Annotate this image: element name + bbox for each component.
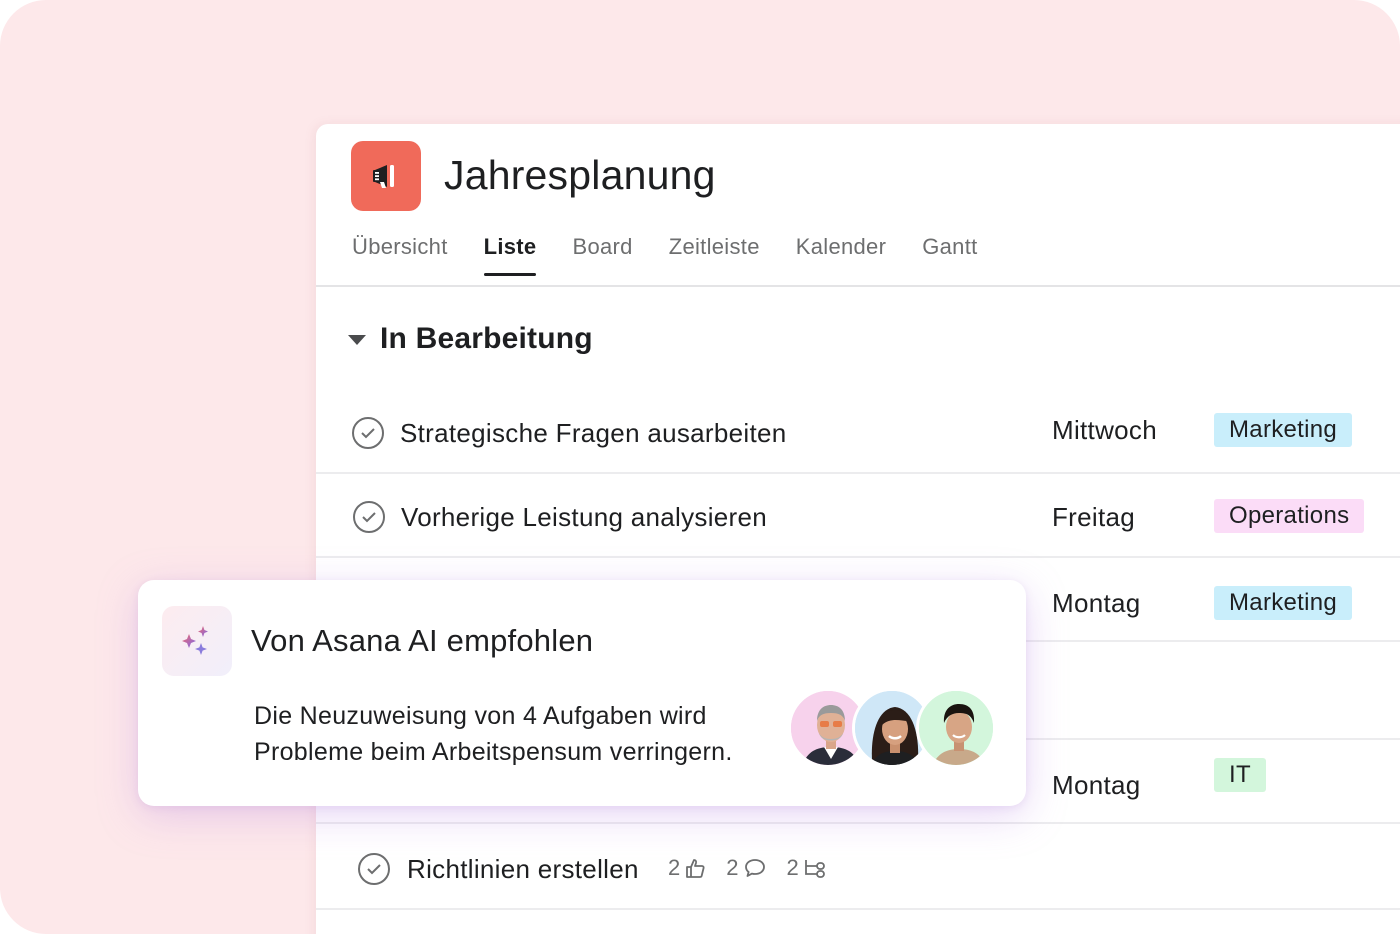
thumbs-up-icon [686,859,705,878]
task-tag[interactable]: Operations [1214,499,1365,533]
likes-count-value: 2 [668,855,681,880]
tab-gantt[interactable]: Gantt [922,234,977,276]
section-title: In Bearbeitung [380,322,593,355]
ai-recommendation-card[interactable]: Von Asana AI empfohlen Die Neuzuweisung … [138,580,1026,806]
megaphone-icon[interactable] [351,141,421,211]
tab-board[interactable]: Board [572,234,632,276]
likes-count[interactable]: 2 [668,855,706,881]
tab-uebersicht[interactable]: Übersicht [352,234,448,276]
check-circle-icon[interactable] [352,417,384,449]
task-name[interactable]: Vorherige Leistung analysieren [401,502,767,533]
task-meta: 2 2 2 [668,855,847,881]
comment-icon [744,859,765,877]
avatar[interactable] [916,688,996,768]
task-due-date[interactable]: Montag [1052,588,1141,619]
avatar-group[interactable] [788,688,998,770]
comments-count-value: 2 [726,855,739,880]
project-title: Jahresplanung [444,152,716,198]
task-tag[interactable]: IT [1214,758,1266,792]
task-due-date[interactable]: Mittwoch [1052,415,1157,446]
task-tag[interactable]: Marketing [1214,586,1353,620]
tab-liste[interactable]: Liste [483,234,537,276]
task-tag[interactable]: Marketing [1214,413,1353,447]
task-due-date[interactable]: Freitag [1052,502,1135,533]
subtask-icon [804,860,825,878]
task-name[interactable]: Strategische Fragen ausarbeiten [400,418,787,449]
sparkle-icon [162,606,232,676]
subtasks-count[interactable]: 2 [787,855,827,881]
task-due-date[interactable]: Montag [1052,770,1141,801]
tab-zeitleiste[interactable]: Zeitleiste [669,234,760,276]
tab-kalender[interactable]: Kalender [796,234,886,276]
task-row[interactable]: Strategische Fragen ausarbeiten Mittwoch… [316,390,1400,474]
view-tabs: Übersicht Liste Board Zeitleiste Kalende… [352,234,1014,276]
project-panel: Jahresplanung Übersicht Liste Board Zeit… [316,124,1400,934]
task-name[interactable]: Richtlinien erstellen [407,854,639,885]
task-row[interactable]: Richtlinien erstellen [316,826,1400,910]
comments-count[interactable]: 2 [726,855,766,881]
caret-down-icon[interactable] [348,335,366,345]
ai-card-title: Von Asana AI empfohlen [251,623,594,658]
ai-card-text: Die Neuzuweisung von 4 Aufgaben wird Pro… [254,702,733,766]
section-header[interactable]: In Bearbeitung [348,322,593,356]
task-row[interactable]: Vorherige Leistung analysieren Freitag O… [316,474,1400,558]
subtasks-count-value: 2 [786,855,799,880]
tabs-divider [316,285,1400,287]
check-circle-icon[interactable] [358,853,390,885]
check-circle-icon[interactable] [353,501,385,533]
